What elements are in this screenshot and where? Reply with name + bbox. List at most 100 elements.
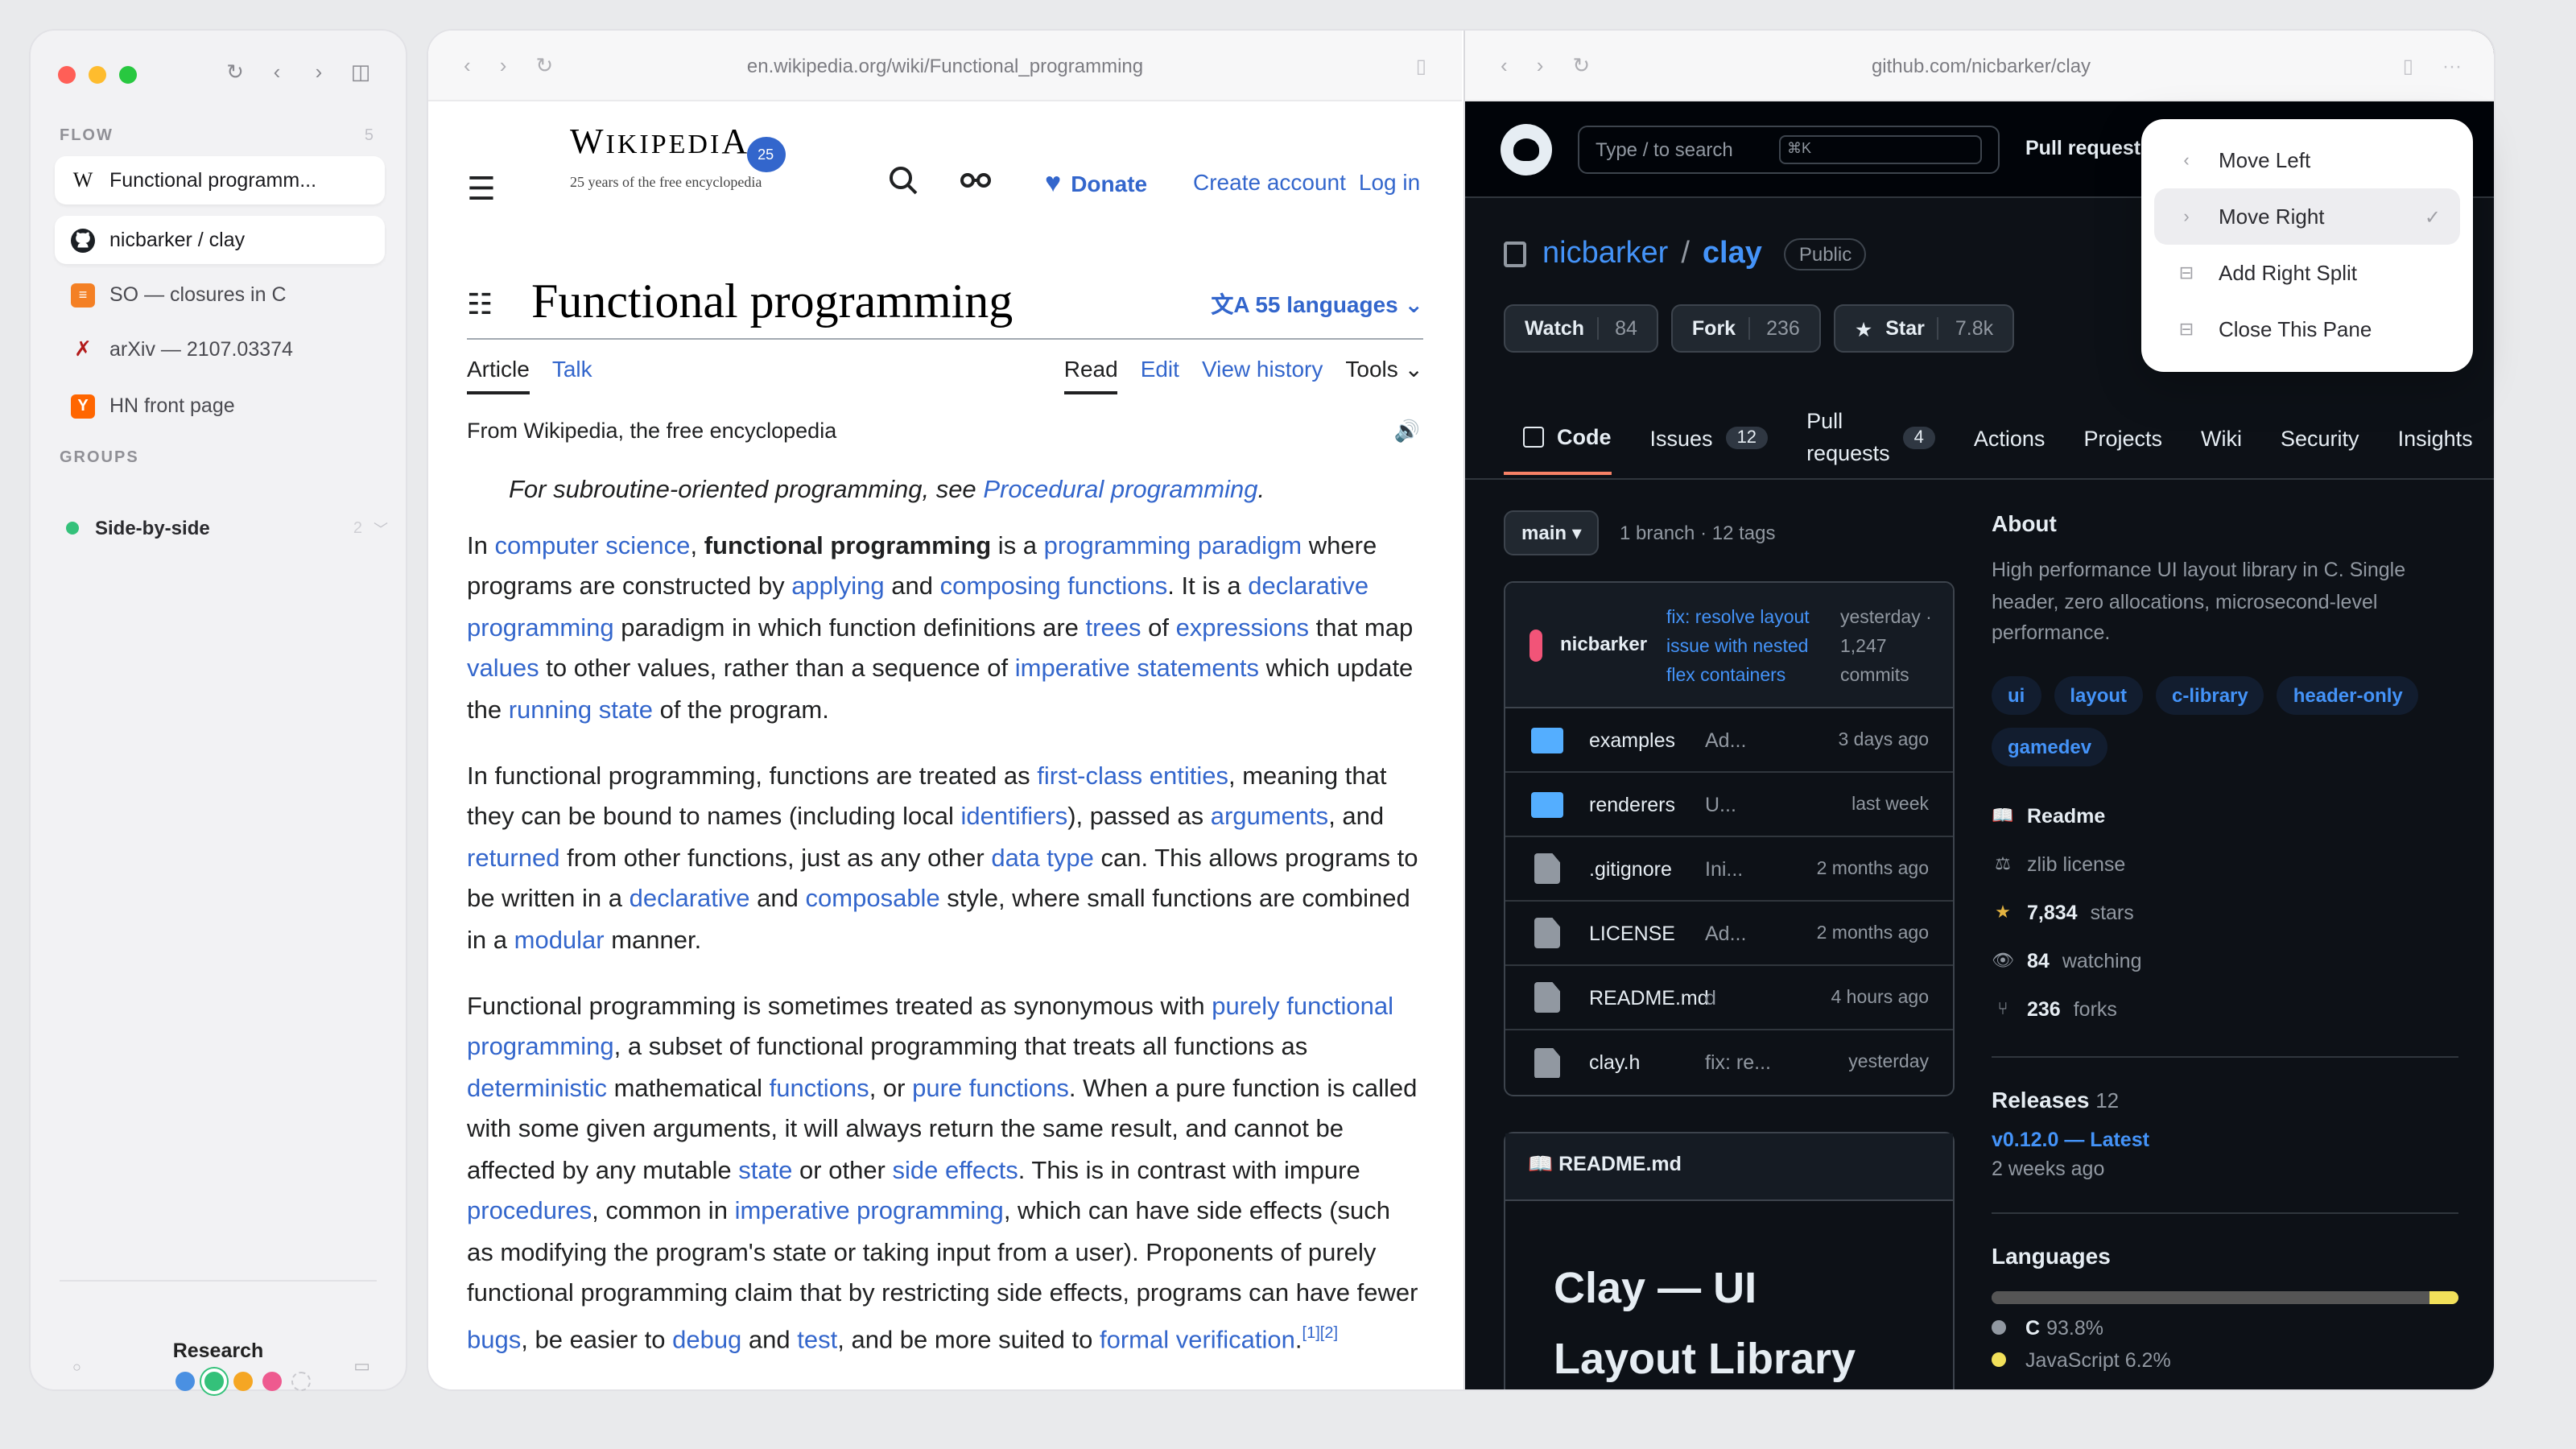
workspace-dot-blue[interactable]	[175, 1372, 195, 1391]
appearance-icon[interactable]	[960, 166, 992, 203]
tab-wiki[interactable]: Wiki	[2201, 426, 2242, 450]
article-link[interactable]: programming paradigm	[1044, 533, 1302, 560]
tab-code[interactable]: Code	[1504, 402, 1612, 474]
article-link[interactable]: applying	[791, 574, 885, 601]
file-row[interactable]: LICENSE Ad... 2 months ago	[1505, 902, 1953, 966]
forward-icon[interactable]: ›	[500, 52, 507, 78]
article-link[interactable]: returned	[467, 845, 559, 873]
back-icon[interactable]: ‹	[266, 60, 288, 85]
file-row[interactable]: README.md d 4 hours ago	[1505, 966, 1953, 1030]
hatnote-link[interactable]: Procedural programming	[983, 477, 1257, 504]
article-link[interactable]: state	[738, 1157, 792, 1184]
topic-tag[interactable]: ui	[1992, 675, 2041, 714]
article-link[interactable]: first-class entities	[1037, 763, 1228, 791]
pull-requests-link[interactable]: Pull requests	[2025, 137, 2152, 159]
file-row[interactable]: examples Ad... 3 days ago	[1505, 708, 1953, 773]
right-url[interactable]: github.com/nicbarker/clay	[1465, 54, 2494, 76]
login-link[interactable]: Log in	[1359, 169, 1420, 195]
toc-icon[interactable]: ☷	[467, 288, 493, 322]
bookmark-icon[interactable]: ▯	[2403, 54, 2413, 76]
commit-author[interactable]: nicbarker	[1560, 633, 1647, 655]
search-icon[interactable]	[889, 166, 918, 203]
article-link[interactable]: side effects	[893, 1157, 1018, 1184]
article-link[interactable]: pure functions	[912, 1075, 1069, 1103]
tab-issues[interactable]: Issues 12	[1650, 426, 1769, 450]
article-link[interactable]: imperative statements	[1015, 655, 1259, 683]
back-icon[interactable]: ‹	[464, 52, 471, 78]
file-row[interactable]: clay.h fix: re... yesterday	[1505, 1030, 1953, 1095]
tab-read[interactable]: Read	[1063, 356, 1118, 394]
article-link[interactable]: composing functions	[940, 574, 1168, 601]
releases-heading[interactable]: Releases 12	[1992, 1086, 2458, 1112]
maximize-window-button[interactable]	[119, 66, 137, 84]
tab-article[interactable]: Article	[467, 356, 530, 394]
tab-actions[interactable]: Actions	[1974, 426, 2046, 450]
menu-item-move-left[interactable]: ‹ Move Left	[2154, 132, 2460, 188]
group-side-by-side[interactable]: Side-by-side 2 ﹀	[66, 517, 388, 539]
left-url[interactable]: en.wikipedia.org/wiki/Functional_program…	[428, 54, 1462, 76]
language-javascript[interactable]: JavaScript 6.2%	[1992, 1348, 2458, 1371]
workspace-dot-green[interactable]	[201, 1368, 227, 1394]
article-link[interactable]: procedures	[467, 1198, 592, 1225]
repo-name-link[interactable]: clay	[1703, 237, 1762, 272]
sidebar-toggle-icon[interactable]: ◫	[349, 60, 372, 85]
article-link[interactable]: functions	[770, 1075, 869, 1103]
chevron-down-icon[interactable]: ﹀	[374, 518, 388, 539]
watch-button[interactable]: Watch 84	[1504, 304, 1658, 353]
add-workspace-icon[interactable]	[291, 1372, 311, 1391]
menu-item-add-right-split[interactable]: ⊟ Add Right Split	[2154, 245, 2460, 301]
refresh-icon[interactable]: ↻	[224, 60, 246, 85]
topic-tag[interactable]: c-library	[2156, 675, 2264, 714]
create-account-link[interactable]: Create account	[1193, 169, 1346, 195]
forks-link[interactable]: ⑂ 236 forks	[1992, 994, 2458, 1023]
license-link[interactable]: ⚖ zlib license	[1992, 849, 2458, 878]
readme-header[interactable]: 📖 README.md	[1505, 1133, 1953, 1201]
repo-owner-link[interactable]: nicbarker	[1542, 237, 1668, 272]
file-row[interactable]: renderers U... last week	[1505, 773, 1953, 837]
article-link[interactable]: purely functional programming	[467, 993, 1393, 1062]
article-link[interactable]: formal verification	[1100, 1327, 1295, 1355]
tab-security[interactable]: Security	[2281, 426, 2359, 450]
fork-button[interactable]: Fork 236	[1670, 304, 1821, 353]
library-icon[interactable]: ▭	[353, 1356, 370, 1377]
listen-icon[interactable]: 🔊	[1394, 419, 1420, 444]
article-link[interactable]: expressions	[1176, 615, 1309, 642]
article-link[interactable]: identifiers	[961, 804, 1068, 832]
donate-link[interactable]: ♥ Donate	[1045, 167, 1147, 200]
forward-icon[interactable]: ›	[1537, 52, 1544, 78]
avatar[interactable]	[1530, 630, 1542, 662]
search-input[interactable]: Type / to search ⌘K	[1578, 126, 2000, 174]
topic-tag[interactable]: header-only	[2277, 675, 2419, 714]
sidebar-tab-arxiv[interactable]: ✗ arXiv — 2107.03374	[55, 325, 385, 374]
stars-link[interactable]: ★ 7,834 stars	[1992, 898, 2458, 927]
article-link[interactable]: modular	[514, 927, 605, 954]
topic-tag[interactable]: layout	[2054, 675, 2144, 714]
article-link[interactable]: trees	[1086, 615, 1141, 642]
file-row[interactable]: .gitignore Ini... 2 months ago	[1505, 837, 1953, 902]
reload-icon[interactable]: ↻	[1572, 52, 1590, 78]
bookmark-icon[interactable]: ▯	[1416, 54, 1426, 76]
article-link[interactable]: test	[797, 1327, 837, 1355]
commit-message[interactable]: fix: resolve layout issue with nested fl…	[1666, 604, 1834, 691]
forward-icon[interactable]: ›	[308, 60, 330, 85]
article-link[interactable]: declarative	[630, 886, 750, 914]
github-logo-icon[interactable]	[1501, 124, 1552, 175]
workspace-dot-orange[interactable]	[233, 1372, 253, 1391]
article-link[interactable]: composable	[806, 886, 940, 914]
sidebar-tab-wikipedia[interactable]: W Functional programm...	[55, 156, 385, 204]
sidebar-tab-stackoverflow[interactable]: ≡ SO — closures in C	[55, 270, 385, 319]
article-link[interactable]: values	[467, 655, 539, 683]
branch-info[interactable]: 1 branch · 12 tags	[1620, 522, 1775, 544]
citation[interactable]: [1][2]	[1302, 1326, 1339, 1344]
workspace-dot-pink[interactable]	[262, 1372, 282, 1391]
minimize-window-button[interactable]	[89, 66, 106, 84]
tab-edit[interactable]: Edit	[1141, 356, 1179, 394]
star-button[interactable]: ★ Star 7.8k	[1833, 304, 2015, 353]
article-link[interactable]: deterministic	[467, 1075, 607, 1103]
close-window-button[interactable]	[58, 66, 76, 84]
sidebar-tab-github[interactable]: nicbarker / clay	[55, 216, 385, 264]
latest-release-link[interactable]: v0.12.0 — Latest	[1992, 1128, 2458, 1150]
article-link[interactable]: running state	[509, 696, 653, 724]
wikipedia-logo[interactable]: WIKIPEDIA 25 25 years of the free encyclo…	[570, 121, 786, 190]
reload-icon[interactable]: ↻	[535, 52, 553, 78]
